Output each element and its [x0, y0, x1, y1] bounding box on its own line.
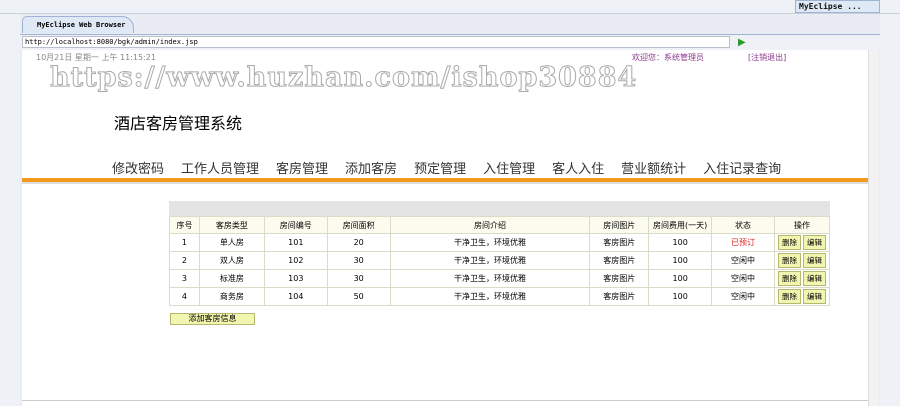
column-header: 房间面积	[326, 216, 391, 234]
nav-item[interactable]: 客房管理	[276, 158, 328, 177]
delete-button[interactable]: 删除	[778, 253, 801, 268]
table-row: 2 双人房 102 30 干净卫生，环境优雅 客房图片 100 空闲中 删除 编辑	[169, 251, 830, 270]
edit-button[interactable]: 编辑	[803, 289, 826, 304]
watermark: https://www.huzhan.com/ishop30884	[49, 62, 638, 94]
table-cell: 30	[326, 269, 391, 288]
url-input[interactable]: http://localhost:8080/bgk/admin/index.js…	[22, 36, 730, 48]
table-cell: 双人房	[198, 251, 265, 270]
nav-item[interactable]: 预定管理	[414, 158, 466, 177]
table-cell: 空闲中	[711, 269, 775, 288]
table-caption-bar	[169, 201, 830, 216]
nav-item[interactable]: 工作人员管理	[181, 158, 259, 177]
table-cell: 干净卫生，环境优雅	[389, 269, 591, 288]
table-cell: 4	[169, 287, 200, 306]
delete-button[interactable]: 删除	[778, 289, 801, 304]
table-cell: 50	[326, 287, 391, 306]
table-cell: 100	[648, 251, 713, 270]
table-cell: 客房图片	[589, 233, 650, 252]
scrollbar[interactable]	[868, 50, 879, 406]
left-sidebar	[0, 14, 20, 406]
table-cell: 104	[263, 287, 328, 306]
right-sidebar	[880, 14, 900, 406]
table-cell: 1	[169, 233, 200, 252]
table-cell: 客房图片	[589, 251, 650, 270]
table-cell: 客房图片	[589, 287, 650, 306]
edit-button[interactable]: 编辑	[803, 271, 826, 286]
table-cell: 空闲中	[711, 287, 775, 306]
table-cell: 已预订	[711, 233, 775, 252]
actions-cell: 删除 编辑	[774, 233, 830, 252]
column-header: 客房类型	[198, 216, 265, 234]
table-row: 4 商务房 104 50 干净卫生，环境优雅 客房图片 100 空闲中 删除 编辑	[169, 287, 830, 306]
page-title: 酒店客房管理系统	[114, 114, 243, 133]
table-cell: 103	[263, 269, 328, 288]
add-room-button[interactable]: 添加客房信息	[170, 313, 255, 325]
go-icon[interactable]: ▶	[738, 37, 746, 48]
column-header: 房间图片	[589, 216, 650, 234]
divider-shadow	[22, 182, 868, 184]
table-row: 3 标准房 103 30 干净卫生，环境优雅 客房图片 100 空闲中 删除 编辑	[169, 269, 830, 288]
nav-item[interactable]: 营业额统计	[621, 158, 686, 177]
nav-item[interactable]: 客人入住	[552, 158, 604, 177]
tab-web-browser[interactable]: MyEclipse Web Browser	[22, 16, 134, 33]
perspective-button[interactable]: MyEclipse ...	[795, 0, 880, 13]
column-header: 房间费用(一天)	[648, 216, 713, 234]
main-nav: 修改密码 工作人员管理 客房管理 添加客房 预定管理 入住管理 客人入住 营业额…	[112, 158, 798, 177]
tab-bar	[20, 14, 880, 34]
column-header: 房间编号	[263, 216, 328, 234]
table-cell: 空闲中	[711, 251, 775, 270]
table-cell: 3	[169, 269, 200, 288]
table-cell: 单人房	[198, 233, 265, 252]
nav-item[interactable]: 入住管理	[483, 158, 535, 177]
column-header: 序号	[169, 216, 200, 234]
nav-item[interactable]: 修改密码	[112, 158, 164, 177]
table-cell: 商务房	[198, 287, 265, 306]
table-cell: 干净卫生，环境优雅	[389, 287, 591, 306]
table-header-row: 序号 客房类型 房间编号 房间面积 房间介绍 房间图片 房间费用(一天) 状态 操作	[169, 216, 830, 234]
actions-cell: 删除 编辑	[774, 251, 830, 270]
column-header: 操作	[774, 216, 830, 234]
table-cell: 100	[648, 287, 713, 306]
table-cell: 101	[263, 233, 328, 252]
actions-cell: 删除 编辑	[774, 269, 830, 288]
nav-item[interactable]: 添加客房	[345, 158, 397, 177]
column-header: 房间介绍	[389, 216, 591, 234]
table-cell: 客房图片	[589, 269, 650, 288]
table-cell: 20	[326, 233, 391, 252]
rooms-table: 序号 客房类型 房间编号 房间面积 房间介绍 房间图片 房间费用(一天) 状态 操作 1 单人房 1…	[169, 216, 830, 306]
delete-button[interactable]: 删除	[778, 271, 801, 286]
welcome-text: 欢迎您：系统管理员	[632, 53, 704, 62]
column-header: 状态	[711, 216, 775, 234]
table-cell: 标准房	[198, 269, 265, 288]
footer-line	[22, 400, 868, 401]
table-cell: 100	[648, 233, 713, 252]
table-cell: 30	[326, 251, 391, 270]
table-row: 1 单人房 101 20 干净卫生，环境优雅 客房图片 100 已预订 删除 编辑	[169, 233, 830, 252]
ide-toolbar	[0, 0, 900, 14]
table-cell: 干净卫生，环境优雅	[389, 233, 591, 252]
logout-link[interactable]: [注销退出]	[748, 52, 786, 63]
nav-item[interactable]: 入住记录查询	[703, 158, 781, 177]
table-cell: 2	[169, 251, 200, 270]
table-cell: 干净卫生，环境优雅	[389, 251, 591, 270]
delete-button[interactable]: 删除	[778, 235, 801, 250]
edit-button[interactable]: 编辑	[803, 253, 826, 268]
table-cell: 100	[648, 269, 713, 288]
edit-button[interactable]: 编辑	[803, 235, 826, 250]
actions-cell: 删除 编辑	[774, 287, 830, 306]
table-cell: 102	[263, 251, 328, 270]
